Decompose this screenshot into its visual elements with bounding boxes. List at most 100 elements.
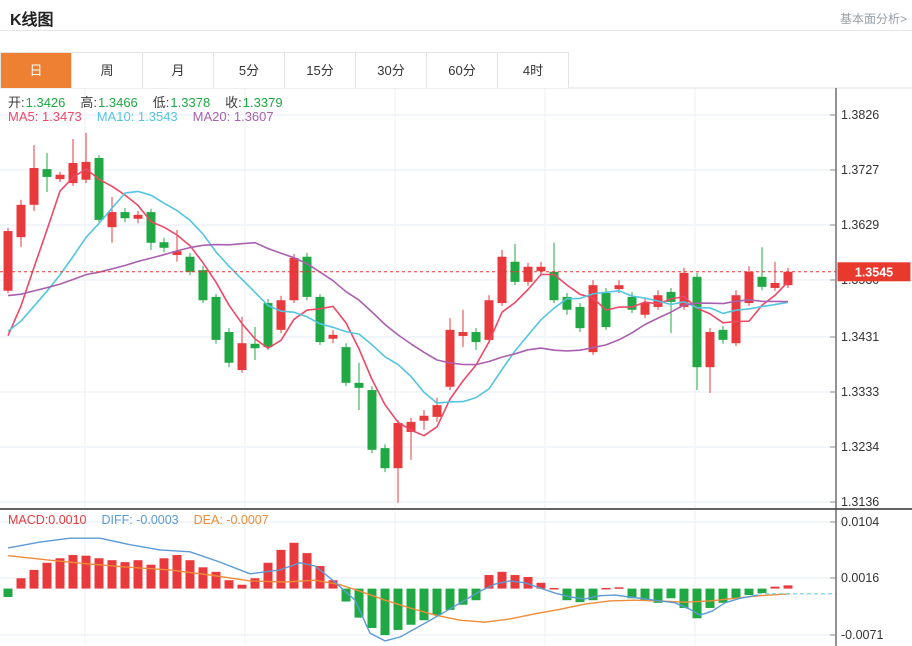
macd-bar <box>30 570 39 589</box>
diff-value: DIFF: -0.0003 <box>102 513 179 527</box>
low-value: 1.3378 <box>170 95 210 110</box>
tab-period-5[interactable]: 30分 <box>356 53 427 88</box>
high-value: 1.3466 <box>98 95 138 110</box>
candle-body <box>446 330 455 387</box>
tab-period-0[interactable]: 日 <box>1 53 72 88</box>
macd-bar <box>667 589 676 599</box>
axis-tick-label: 1.3826 <box>841 108 879 122</box>
macd-bar <box>17 578 26 588</box>
macd-bar <box>43 563 52 589</box>
candle-body <box>277 300 286 330</box>
candle-body <box>641 303 650 315</box>
candle-body <box>771 283 780 288</box>
macd-bar <box>199 567 208 588</box>
axis-tick-label: 0.0104 <box>841 515 879 529</box>
macd-bar <box>433 589 442 615</box>
macd-bar <box>576 589 585 603</box>
macd-bar <box>459 589 468 605</box>
macd-bar <box>160 558 169 588</box>
candle-body <box>316 297 325 342</box>
macd-bar <box>563 589 572 601</box>
macd-bar <box>550 588 559 590</box>
macd-bar <box>745 589 754 595</box>
candle-body <box>4 231 13 291</box>
candle-body <box>537 267 546 271</box>
candle-body <box>30 168 39 205</box>
macd-bar <box>420 589 429 621</box>
candle-body <box>108 212 117 227</box>
candle-body <box>576 307 585 328</box>
open-value: 1.3426 <box>26 95 66 110</box>
candle-body <box>264 303 273 347</box>
candle-body <box>433 405 442 417</box>
tab-period-1[interactable]: 周 <box>72 53 143 88</box>
macd-bar <box>95 558 104 588</box>
ma10-value: MA10: 1.3543 <box>97 109 178 124</box>
macd-bar <box>394 589 403 630</box>
macd-bar <box>732 589 741 599</box>
axis-tick-label: -0.0071 <box>841 628 883 642</box>
ma5-value: MA5: 1.3473 <box>8 109 82 124</box>
macd-bar <box>758 589 767 594</box>
candle-body <box>43 169 52 177</box>
macd-bar <box>212 572 221 589</box>
macd-bar <box>784 585 793 588</box>
macd-bar <box>82 556 91 589</box>
axis-tick-label: 0.0016 <box>841 571 879 585</box>
axis-tick-label: 1.3629 <box>841 218 879 232</box>
candle-body <box>225 332 234 363</box>
macd-value: MACD:0.0010 <box>8 513 87 527</box>
macd-bar <box>381 589 390 635</box>
candle-body <box>186 257 195 272</box>
candle-body <box>706 332 715 367</box>
macd-bar <box>225 580 234 588</box>
candle-body <box>498 257 507 303</box>
ma-legend: MA5: 1.3473 MA10: 1.3543 MA20: 1.3607 <box>8 109 274 124</box>
candle-body <box>212 297 221 340</box>
macd-bar <box>264 563 273 589</box>
candle-body <box>472 332 481 342</box>
macd-legend: MACD:0.0010 DIFF: -0.0003 DEA: -0.0007 <box>8 513 269 527</box>
candle-body <box>56 175 65 179</box>
candle-body <box>368 390 377 450</box>
macd-bar <box>719 589 728 603</box>
axis-tick-label: 1.3545 <box>855 265 893 279</box>
candle-body <box>121 212 130 218</box>
macd-bar <box>615 587 624 589</box>
macd-bar <box>602 588 611 590</box>
candle-body <box>199 270 208 300</box>
candle-body <box>745 272 754 303</box>
candle-body <box>784 272 793 285</box>
macd-bar <box>706 589 715 608</box>
candle-body <box>290 258 299 300</box>
candle-body <box>381 448 390 468</box>
axis-tick-label: 1.3136 <box>841 495 879 509</box>
macd-bar <box>498 572 507 589</box>
macd-bar <box>303 553 312 589</box>
candle-body <box>758 277 767 287</box>
candle-body <box>719 330 728 340</box>
candle-body <box>134 215 143 219</box>
axis-tick-label: 1.3727 <box>841 163 879 177</box>
candle-body <box>615 285 624 289</box>
macd-bar <box>238 585 247 589</box>
macd-bar <box>134 560 143 588</box>
close-value: 1.3379 <box>243 95 283 110</box>
dea-value: DEA: -0.0007 <box>194 513 269 527</box>
macd-bar <box>108 560 117 588</box>
candle-body <box>342 347 351 383</box>
tab-period-3[interactable]: 5分 <box>214 53 285 88</box>
tab-period-6[interactable]: 60分 <box>427 53 498 88</box>
macd-bar <box>69 555 78 589</box>
tab-period-2[interactable]: 月 <box>143 53 214 88</box>
candle-body <box>95 158 104 220</box>
macd-bar <box>56 558 65 588</box>
candle-body <box>420 416 429 421</box>
macd-bar <box>4 589 13 597</box>
tab-period-7[interactable]: 4时 <box>498 53 569 88</box>
axis-tick-label: 1.3333 <box>841 385 879 399</box>
candle-body <box>355 383 364 388</box>
tab-period-4[interactable]: 15分 <box>285 53 356 88</box>
candle-body <box>394 423 403 468</box>
period-tabbar: 日周月5分15分30分60分4时 <box>0 52 569 88</box>
